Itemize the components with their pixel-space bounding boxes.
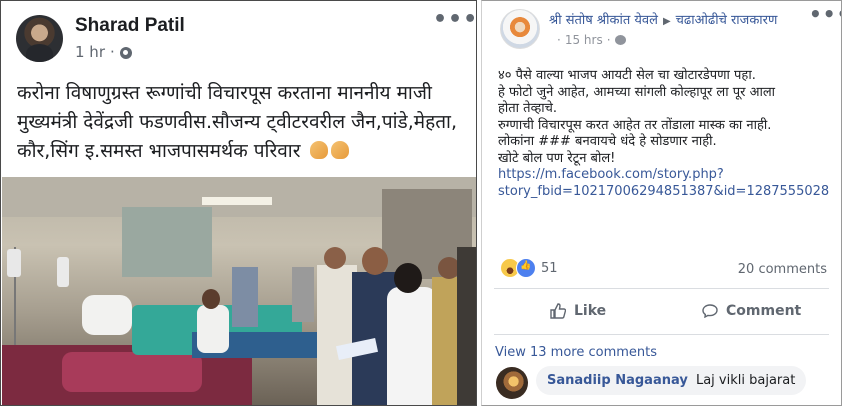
view-more-comments-link[interactable]: View 13 more comments — [495, 345, 657, 360]
post-text-line: ४० पैसे वाल्या भाजप आयटी सेल चा खोटारडेप… — [498, 68, 756, 83]
caret-right-icon: ▶ — [662, 16, 671, 27]
post-text-body: करोना विषाणुग्रस्त रूग्णांची विचारपूस कर… — [17, 82, 457, 162]
post-text: करोना विषाणुग्रस्त रूग्णांची विचारपूस कर… — [17, 79, 467, 166]
comments-count[interactable]: 20 comments — [738, 262, 827, 277]
more-options-icon[interactable]: ••• — [809, 2, 841, 26]
post-time[interactable]: 1 hr — [75, 43, 105, 61]
right-post: श्री संतोष श्रीकांत येवले ▶ चढाओढीचे राजका… — [481, 0, 842, 406]
post-meta: 1 hr · — [75, 43, 132, 61]
comment-text: Laj vikli bajarat — [695, 373, 796, 388]
globe-icon — [119, 47, 132, 59]
like-button[interactable]: Like — [550, 303, 606, 319]
post-time[interactable]: 15 hrs — [565, 33, 603, 47]
divider — [494, 288, 829, 289]
post-text-line: रुग्णाची विचारपूस करत आहेत तर तोंडाला मा… — [498, 117, 772, 133]
post-text-line: खोटे बोल पण रेटून बोल! — [498, 150, 616, 166]
like-label: Like — [574, 303, 607, 319]
comment-label: Comment — [726, 303, 802, 319]
thumbs-up-icon — [550, 303, 566, 319]
commenter-name[interactable]: Sanadiip Nagaanay — [547, 373, 688, 388]
more-options-icon[interactable]: ••• — [433, 7, 476, 32]
post-link[interactable]: https://m.facebook.com/story.php? — [498, 167, 833, 184]
author-name[interactable]: Sharad Patil — [75, 15, 185, 37]
like-reaction-icon — [516, 258, 536, 278]
post-text-line: लोकांना ### बनवायचे धंदे हे सोडणार नाही. — [498, 134, 717, 149]
comment-icon — [702, 304, 718, 318]
post-text-line: होता तेव्हाचे. — [498, 101, 558, 116]
comment-bubble: Sanadiip Nagaanay Laj vikli bajarat — [536, 366, 807, 395]
post-header: श्री संतोष श्रीकांत येवले ▶ चढाओढीचे राजका… — [549, 10, 777, 28]
author-avatar[interactable] — [500, 9, 540, 49]
post-meta: · 15 hrs · — [557, 33, 626, 47]
divider — [494, 334, 829, 335]
reactions-summary[interactable]: 51 — [500, 258, 558, 278]
author-avatar[interactable] — [16, 15, 63, 62]
reactions-count: 51 — [541, 260, 558, 276]
author-name[interactable]: श्री संतोष श्रीकांत येवले — [549, 13, 658, 28]
post-text: ४० पैसे वाल्या भाजप आयटी सेल चा खोटारडेप… — [498, 68, 833, 200]
left-post: Sharad Patil 1 hr · ••• करोना विषाणुग्रस… — [0, 0, 477, 406]
post-photo[interactable] — [2, 177, 476, 405]
audience-icon — [614, 35, 626, 45]
post-link[interactable]: story_fbid=10217006294851387&id=12875550… — [498, 184, 833, 201]
group-name[interactable]: चढाओढीचे राजकारण — [676, 13, 778, 28]
folded-hands-icon — [309, 141, 328, 159]
post-text-line: हे फोटो जुने आहेत, आमच्या सांगली कोल्हाप… — [498, 84, 776, 100]
commenter-avatar[interactable] — [496, 367, 528, 399]
folded-hands-icon — [330, 141, 349, 159]
comment-button[interactable]: Comment — [702, 303, 801, 319]
